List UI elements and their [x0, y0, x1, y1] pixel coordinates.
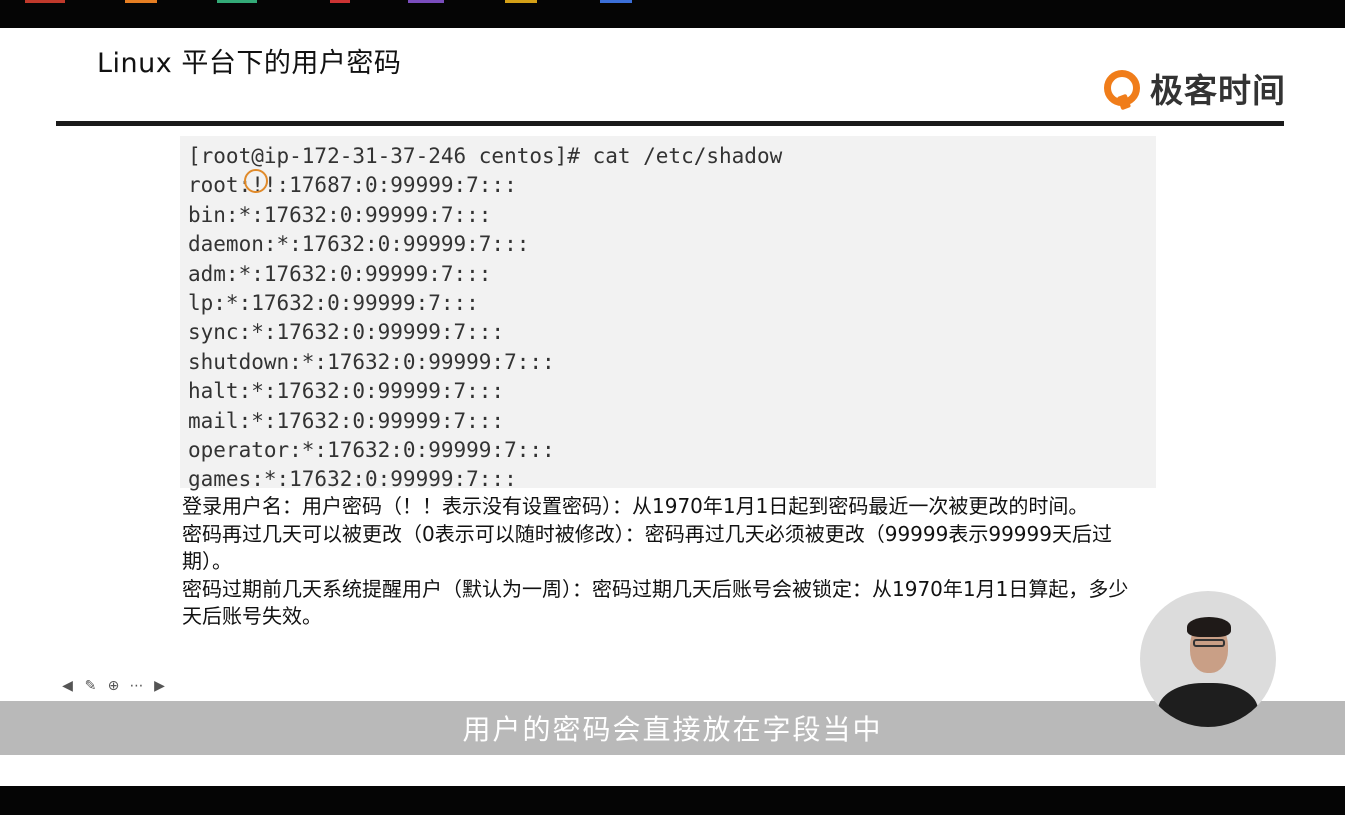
geektime-logo-icon: [1104, 70, 1140, 106]
top-thumbnail-strip: [25, 0, 65, 3]
subtitle-band: 用户的密码会直接放在字段当中: [0, 701, 1345, 755]
arrow-right-icon[interactable]: ▶: [150, 678, 169, 694]
field-explanation: 登录用户名：用户密码（！！表示没有设置密码）：从1970年1月1日起到密码最近一…: [182, 493, 1147, 631]
brand-name: 极客时间: [1150, 71, 1286, 110]
shadow-entry-operator: operator:*:17632:0:99999:7:::: [188, 437, 555, 462]
zoom-icon[interactable]: ⊕: [104, 678, 123, 694]
presenter-hair: [1187, 617, 1231, 637]
shadow-entry-bin: bin:*:17632:0:99999:7:::: [188, 202, 492, 227]
pen-icon[interactable]: ✎: [81, 678, 100, 694]
video-top-bar: [0, 0, 1345, 28]
slide: Linux 平台下的用户密码 极客时间 [root@ip-172-31-37-2…: [0, 28, 1345, 786]
presenter-video-avatar: [1140, 591, 1276, 727]
top-thumbnail-strip: [505, 0, 537, 3]
slide-title: Linux 平台下的用户密码: [97, 48, 402, 79]
shadow-entry-lp: lp:*:17632:0:99999:7:::: [188, 290, 479, 315]
subtitle-caption: 用户的密码会直接放在字段当中: [462, 713, 883, 746]
shadow-entry-daemon: daemon:*:17632:0:99999:7:::: [188, 232, 530, 257]
shadow-entry-mail: mail:*:17632:0:99999:7:::: [188, 408, 505, 433]
shadow-entry-root: root:!!:17687:0:99999:7:::: [188, 173, 517, 198]
shadow-entry-sync: sync:*:17632:0:99999:7:::: [188, 320, 505, 345]
shadow-entry-games: games:*:17632:0:99999:7:::: [188, 467, 517, 492]
shadow-entry-halt: halt:*:17632:0:99999:7:::: [188, 379, 505, 404]
explanation-paragraph: 密码过期前几天系统提醒用户（默认为一周）：密码过期几天后账号会被锁定：从1970…: [182, 576, 1129, 629]
shadow-entry-shutdown: shutdown:*:17632:0:99999:7:::: [188, 349, 555, 374]
presenter-body: [1158, 683, 1258, 727]
slide-controls: ◀ ✎ ⊕ ⋯ ▶: [58, 678, 169, 694]
top-thumbnail-strip: [600, 0, 632, 3]
presenter-glasses: [1193, 639, 1225, 647]
terminal-command-line: [root@ip-172-31-37-246 centos]# cat /etc…: [188, 144, 783, 168]
top-thumbnail-strip: [330, 0, 350, 3]
highlight-circle-annotation: [244, 169, 268, 193]
top-thumbnail-strip: [408, 0, 444, 3]
explanation-paragraph: 登录用户名：用户密码（！！表示没有设置密码）：从1970年1月1日起到密码最近一…: [182, 494, 1089, 518]
terminal-output: [root@ip-172-31-37-246 centos]# cat /etc…: [180, 136, 1156, 491]
top-thumbnail-strip: [125, 0, 157, 3]
title-divider: [56, 121, 1284, 126]
brand-logo: 极客时间: [1104, 64, 1286, 112]
arrow-left-icon[interactable]: ◀: [58, 678, 77, 694]
more-icon[interactable]: ⋯: [127, 678, 146, 694]
explanation-paragraph: 密码再过几天可以被更改（0表示可以随时被修改）：密码再过几天必须被更改（9999…: [182, 521, 1112, 574]
video-bottom-bar: [0, 786, 1345, 815]
top-thumbnail-strip: [217, 0, 257, 3]
shadow-entry-adm: adm:*:17632:0:99999:7:::: [188, 261, 492, 286]
